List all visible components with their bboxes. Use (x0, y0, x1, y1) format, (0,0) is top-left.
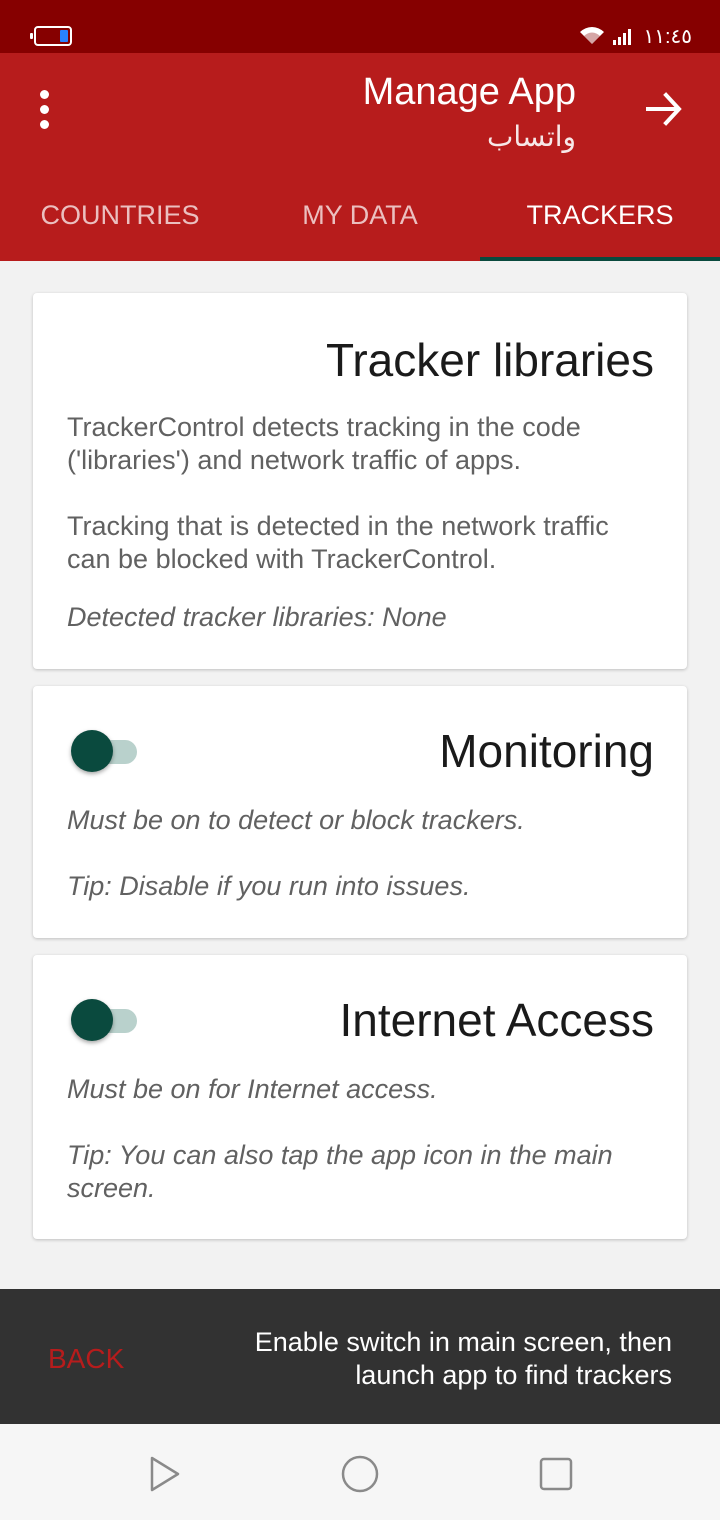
app-bar: Manage App واتساب COUNTRIES MY DATA TRAC… (0, 53, 720, 261)
internet-access-tip: Tip: You can also tap the app icon in th… (67, 1140, 613, 1203)
monitoring-title: Monitoring (439, 725, 654, 777)
internet-access-card: Internet Access Must be on for Internet … (33, 955, 687, 1239)
battery-icon (30, 26, 72, 46)
title-block: Manage App واتساب (363, 69, 576, 157)
wifi-icon (579, 26, 605, 46)
more-vert-icon (39, 89, 49, 99)
tab-trackers[interactable]: TRACKERS (480, 191, 720, 261)
system-nav-bar (0, 1424, 720, 1520)
forward-button[interactable] (644, 89, 684, 129)
nav-back-button[interactable] (144, 1454, 184, 1494)
status-bar: ١١:٤٥ (0, 0, 720, 53)
internet-access-title: Internet Access (339, 994, 655, 1046)
tracker-libraries-title: Tracker libraries (325, 334, 654, 386)
internet-access-toggle[interactable] (71, 999, 137, 1041)
monitoring-tip: Tip: Disable if you run into issues. (67, 871, 471, 901)
nav-back-icon (150, 1456, 180, 1492)
tab-bar: COUNTRIES MY DATA TRACKERS (0, 191, 720, 261)
nav-recents-icon (539, 1457, 573, 1491)
signal-icon (613, 27, 635, 45)
nav-home-icon (341, 1455, 379, 1493)
internet-access-description: Must be on for Internet access. (67, 1074, 438, 1104)
nav-home-button[interactable] (340, 1454, 380, 1494)
detected-trackers-text: Detected tracker libraries: None (67, 602, 447, 632)
tracker-description-1: TrackerControl detects tracking in the c… (67, 412, 581, 475)
page-title: Manage App (362, 71, 576, 113)
content-area: Tracker libraries TrackerControl detects… (0, 261, 720, 1289)
page-subtitle: واتساب (487, 121, 576, 152)
tab-countries[interactable]: COUNTRIES (0, 191, 240, 261)
monitoring-card: Monitoring Must be on to detect or block… (33, 686, 687, 938)
monitoring-description: Must be on to detect or block trackers. (67, 805, 525, 835)
arrow-forward-icon (646, 92, 682, 126)
snackbar: BACK Enable switch in main screen, then … (0, 1289, 720, 1424)
status-time: ١١:٤٥ (643, 25, 692, 48)
tracker-description-2: Tracking that is detected in the network… (67, 511, 609, 574)
nav-recents-button[interactable] (536, 1454, 576, 1494)
tracker-libraries-card: Tracker libraries TrackerControl detects… (33, 293, 687, 669)
snackbar-message: Enable switch in main screen, then launc… (254, 1327, 672, 1390)
snackbar-back-button[interactable]: BACK (48, 1343, 124, 1375)
tab-my-data[interactable]: MY DATA (240, 191, 480, 261)
more-options-button[interactable] (24, 85, 64, 133)
monitoring-toggle[interactable] (71, 730, 137, 772)
